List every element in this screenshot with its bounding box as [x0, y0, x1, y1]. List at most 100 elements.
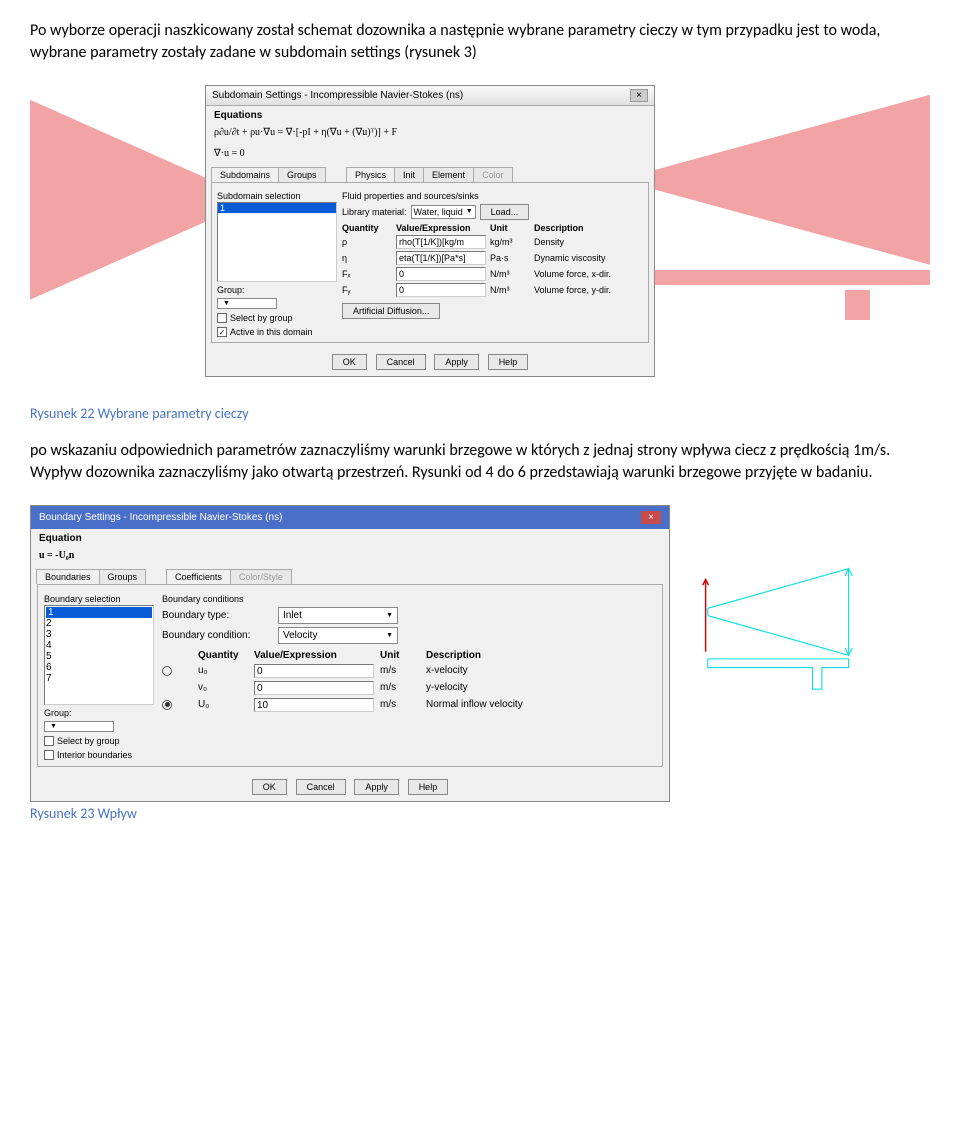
- figure-1-caption: Rysunek 22 Wybrane parametry cieczy: [30, 405, 930, 422]
- ok-button[interactable]: OK: [252, 779, 287, 795]
- desc-v0: y-velocity: [426, 682, 656, 693]
- figure-1: Subdomain Settings - Incompressible Navi…: [30, 85, 930, 395]
- boundary-type-label: Boundary type:: [162, 610, 272, 621]
- tab-subdomains[interactable]: Subdomains: [211, 167, 279, 182]
- active-in-domain-checkbox[interactable]: ✓Active in this domain: [217, 327, 337, 337]
- group-label: Group:: [44, 708, 154, 718]
- hdr-quantity: Quantity: [342, 223, 392, 233]
- qty-fy: Fᵧ: [342, 285, 392, 295]
- hdr-desc: Description: [426, 650, 656, 661]
- val-fy[interactable]: 0: [396, 283, 486, 297]
- paragraph-1: Po wyborze operacji naszkicowany został …: [30, 20, 930, 65]
- apply-button[interactable]: Apply: [354, 779, 399, 795]
- chk-label: Active in this domain: [230, 327, 313, 337]
- figure-2-caption: Rysunek 23 Wpływ: [30, 805, 930, 822]
- subdomain-settings-dialog: Subdomain Settings - Incompressible Navi…: [205, 85, 655, 378]
- dialog-titlebar: Boundary Settings - Incompressible Navie…: [31, 506, 669, 529]
- unit-rho: kg/m³: [490, 237, 530, 247]
- desc-U0: Normal inflow velocity: [426, 699, 656, 710]
- fluid-props-label: Fluid properties and sources/sinks: [342, 191, 643, 201]
- hdr-value: Value/Expression: [254, 650, 374, 661]
- boundary-selection-label: Boundary selection: [44, 594, 154, 604]
- library-material-label: Library material:: [342, 207, 407, 217]
- hdr-unit: Unit: [380, 650, 420, 661]
- tab-init[interactable]: Init: [394, 167, 424, 182]
- equations-label: Equations: [206, 106, 654, 125]
- dialog-title: Boundary Settings - Incompressible Navie…: [39, 512, 282, 523]
- paragraph-2: po wskazaniu odpowiednich parametrów zaz…: [30, 440, 930, 485]
- qty-eta: η: [342, 253, 392, 263]
- list-item[interactable]: 5: [46, 651, 152, 662]
- select-by-group-checkbox[interactable]: Select by group: [44, 736, 154, 746]
- cancel-button[interactable]: Cancel: [296, 779, 346, 795]
- val-v0[interactable]: 0: [254, 681, 374, 695]
- qty-U0: U₀: [198, 699, 248, 710]
- unit-v0: m/s: [380, 682, 420, 693]
- dialog-title: Subdomain Settings - Incompressible Navi…: [212, 90, 463, 101]
- geometry-shape-left: [30, 100, 210, 300]
- group-select[interactable]: ▼: [217, 298, 277, 309]
- tab-groups[interactable]: Groups: [278, 167, 326, 182]
- list-item[interactable]: 6: [46, 662, 152, 673]
- tab-groups[interactable]: Groups: [99, 569, 147, 584]
- load-button[interactable]: Load...: [480, 204, 530, 220]
- hdr-value: Value/Expression: [396, 223, 486, 233]
- equation-2: ∇·u = 0: [206, 146, 654, 167]
- subdomain-selection-label: Subdomain selection: [217, 191, 337, 201]
- list-item[interactable]: 2: [46, 618, 152, 629]
- geometry-outline: [675, 565, 885, 695]
- desc-fx: Volume force, x-dir.: [534, 269, 643, 279]
- unit-fy: N/m³: [490, 285, 530, 295]
- ok-button[interactable]: OK: [332, 354, 367, 370]
- tab-color-style[interactable]: Color/Style: [230, 569, 292, 584]
- list-item[interactable]: 1: [46, 607, 152, 618]
- boundary-settings-dialog: Boundary Settings - Incompressible Navie…: [30, 505, 670, 803]
- list-item[interactable]: 4: [46, 640, 152, 651]
- subdomain-listbox[interactable]: 1: [217, 202, 337, 282]
- group-select[interactable]: ▼: [44, 721, 114, 732]
- unit-u0: m/s: [380, 665, 420, 676]
- cancel-button[interactable]: Cancel: [376, 354, 426, 370]
- close-button[interactable]: ×: [630, 89, 648, 102]
- desc-u0: x-velocity: [426, 665, 656, 676]
- chk-label: Interior boundaries: [57, 750, 132, 760]
- select-by-group-checkbox[interactable]: Select by group: [217, 313, 337, 323]
- close-button[interactable]: ×: [641, 511, 661, 524]
- equation-label: Equation: [31, 529, 669, 548]
- list-item[interactable]: 1: [218, 203, 336, 213]
- boundary-type-select[interactable]: Inlet▼: [278, 607, 398, 624]
- val-eta[interactable]: eta(T[1/K])[Pa*s]: [396, 251, 486, 265]
- equation: u = -U₀n: [31, 548, 669, 569]
- help-button[interactable]: Help: [408, 779, 449, 795]
- apply-button[interactable]: Apply: [434, 354, 479, 370]
- boundary-condition-select[interactable]: Velocity▼: [278, 627, 398, 644]
- tab-coefficients[interactable]: Coefficients: [166, 569, 231, 584]
- val-rho[interactable]: rho(T[1/K])[kg/m: [396, 235, 486, 249]
- val-fx[interactable]: 0: [396, 267, 486, 281]
- help-button[interactable]: Help: [488, 354, 529, 370]
- desc-fy: Volume force, y-dir.: [534, 285, 643, 295]
- desc-rho: Density: [534, 237, 643, 247]
- hdr-unit: Unit: [490, 223, 530, 233]
- artificial-diffusion-button[interactable]: Artificial Diffusion...: [342, 303, 440, 319]
- interior-boundaries-checkbox[interactable]: Interior boundaries: [44, 750, 154, 760]
- list-item[interactable]: 7: [46, 673, 152, 684]
- group-label: Group:: [217, 285, 337, 295]
- tab-physics[interactable]: Physics: [346, 167, 395, 182]
- val-u0[interactable]: 0: [254, 664, 374, 678]
- dialog-titlebar: Subdomain Settings - Incompressible Navi…: [206, 86, 654, 106]
- tab-boundaries[interactable]: Boundaries: [36, 569, 100, 584]
- tab-element[interactable]: Element: [423, 167, 474, 182]
- qty-rho: ρ: [342, 237, 392, 247]
- library-material-select[interactable]: Water, liquid▼: [411, 205, 476, 219]
- qty-fx: Fₓ: [342, 269, 392, 279]
- boundary-listbox[interactable]: 1 2 3 4 5 6 7: [44, 605, 154, 705]
- hdr-desc: Description: [534, 223, 643, 233]
- radio-u0[interactable]: [162, 666, 172, 676]
- val-U0[interactable]: 10: [254, 698, 374, 712]
- list-item[interactable]: 3: [46, 629, 152, 640]
- tab-color[interactable]: Color: [473, 167, 513, 182]
- hdr-quantity: Quantity: [198, 650, 248, 661]
- radio-U0[interactable]: [162, 700, 172, 710]
- chk-label: Select by group: [230, 313, 293, 323]
